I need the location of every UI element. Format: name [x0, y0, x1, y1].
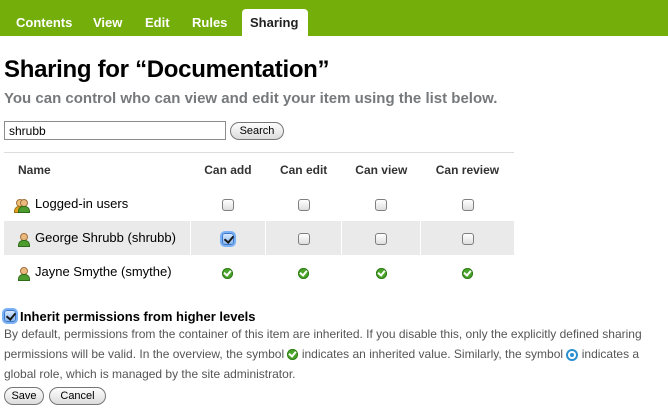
inherit-permissions-label[interactable]: Inherit permissions from higher levels [20, 309, 256, 324]
save-button[interactable]: Save [4, 387, 44, 405]
can-review-checkbox[interactable] [461, 233, 474, 246]
user-icon [16, 266, 32, 281]
user-icon [16, 232, 32, 247]
inherited-check-icon [298, 267, 310, 279]
table-row: Logged-in users [4, 187, 514, 221]
can-review-cell [420, 187, 514, 221]
can-edit-checkbox[interactable] [297, 233, 310, 246]
can-add-cell [189, 187, 266, 221]
can-view-cell [341, 255, 421, 289]
inherit-description: By default, permissions from the contain… [4, 324, 664, 384]
tab-sharing[interactable]: Sharing [242, 9, 308, 36]
column-header-can-edit: Can edit [265, 152, 342, 187]
can-add-cell [189, 221, 266, 255]
can-review-cell [420, 221, 514, 255]
inherit-permissions: Inherit permissions from higher levels [4, 309, 256, 324]
can-edit-cell [265, 187, 342, 221]
can-review-cell [420, 255, 514, 289]
principal-name-cell: Logged-in users [4, 187, 190, 221]
cancel-button[interactable]: Cancel [49, 387, 106, 405]
page-title: Sharing for “Documentation” [4, 56, 330, 83]
tab-view[interactable]: View [85, 9, 130, 36]
can-add-checkbox[interactable] [221, 199, 234, 212]
inherit-permissions-checkbox[interactable] [4, 310, 16, 322]
page-subtitle: You can control who can view and edit yo… [4, 90, 498, 107]
can-review-checkbox[interactable] [461, 199, 474, 212]
description-text: indicates an inherited value. Similarly,… [301, 347, 564, 361]
can-view-checkbox[interactable] [375, 199, 388, 212]
table-row: Jayne Smythe (smythe) [4, 255, 514, 289]
inherited-check-icon [287, 349, 299, 361]
principal-name-cell: Jayne Smythe (smythe) [4, 255, 190, 289]
tab-edit[interactable]: Edit [137, 9, 178, 36]
column-header-name: Name [4, 152, 191, 187]
principal-name: George Shrubb (shrubb) [35, 230, 176, 246]
inherited-check-icon [222, 267, 234, 279]
can-view-checkbox[interactable] [375, 233, 388, 246]
inherited-check-icon [462, 267, 474, 279]
can-add-cell [189, 255, 266, 289]
column-header-can-review: Can review [420, 152, 514, 187]
can-edit-cell [265, 221, 342, 255]
search-button[interactable]: Search [230, 122, 284, 140]
tab-contents[interactable]: Contents [8, 9, 80, 36]
tab-bar: Contents View Edit Rules Sharing [0, 0, 668, 36]
can-edit-checkbox[interactable] [297, 199, 310, 212]
permissions-table: Name Can add Can edit Can view Can revie… [4, 152, 514, 289]
principal-name: Jayne Smythe (smythe) [35, 264, 172, 280]
global-role-icon [566, 348, 579, 361]
tab-rules[interactable]: Rules [184, 9, 235, 36]
column-header-can-view: Can view [341, 152, 421, 187]
principal-name: Logged-in users [35, 196, 129, 212]
can-view-cell [341, 187, 421, 221]
column-header-can-add: Can add [190, 152, 266, 187]
can-edit-cell [265, 255, 342, 289]
principal-name-cell: George Shrubb (shrubb) [4, 221, 191, 255]
search-input[interactable] [4, 121, 226, 140]
can-view-cell [341, 221, 421, 255]
table-row: George Shrubb (shrubb) [4, 221, 514, 255]
group-icon [14, 198, 32, 213]
table-header-row: Name Can add Can edit Can view Can revie… [4, 152, 514, 187]
inherited-check-icon [375, 267, 387, 279]
can-add-checkbox[interactable] [221, 233, 234, 246]
